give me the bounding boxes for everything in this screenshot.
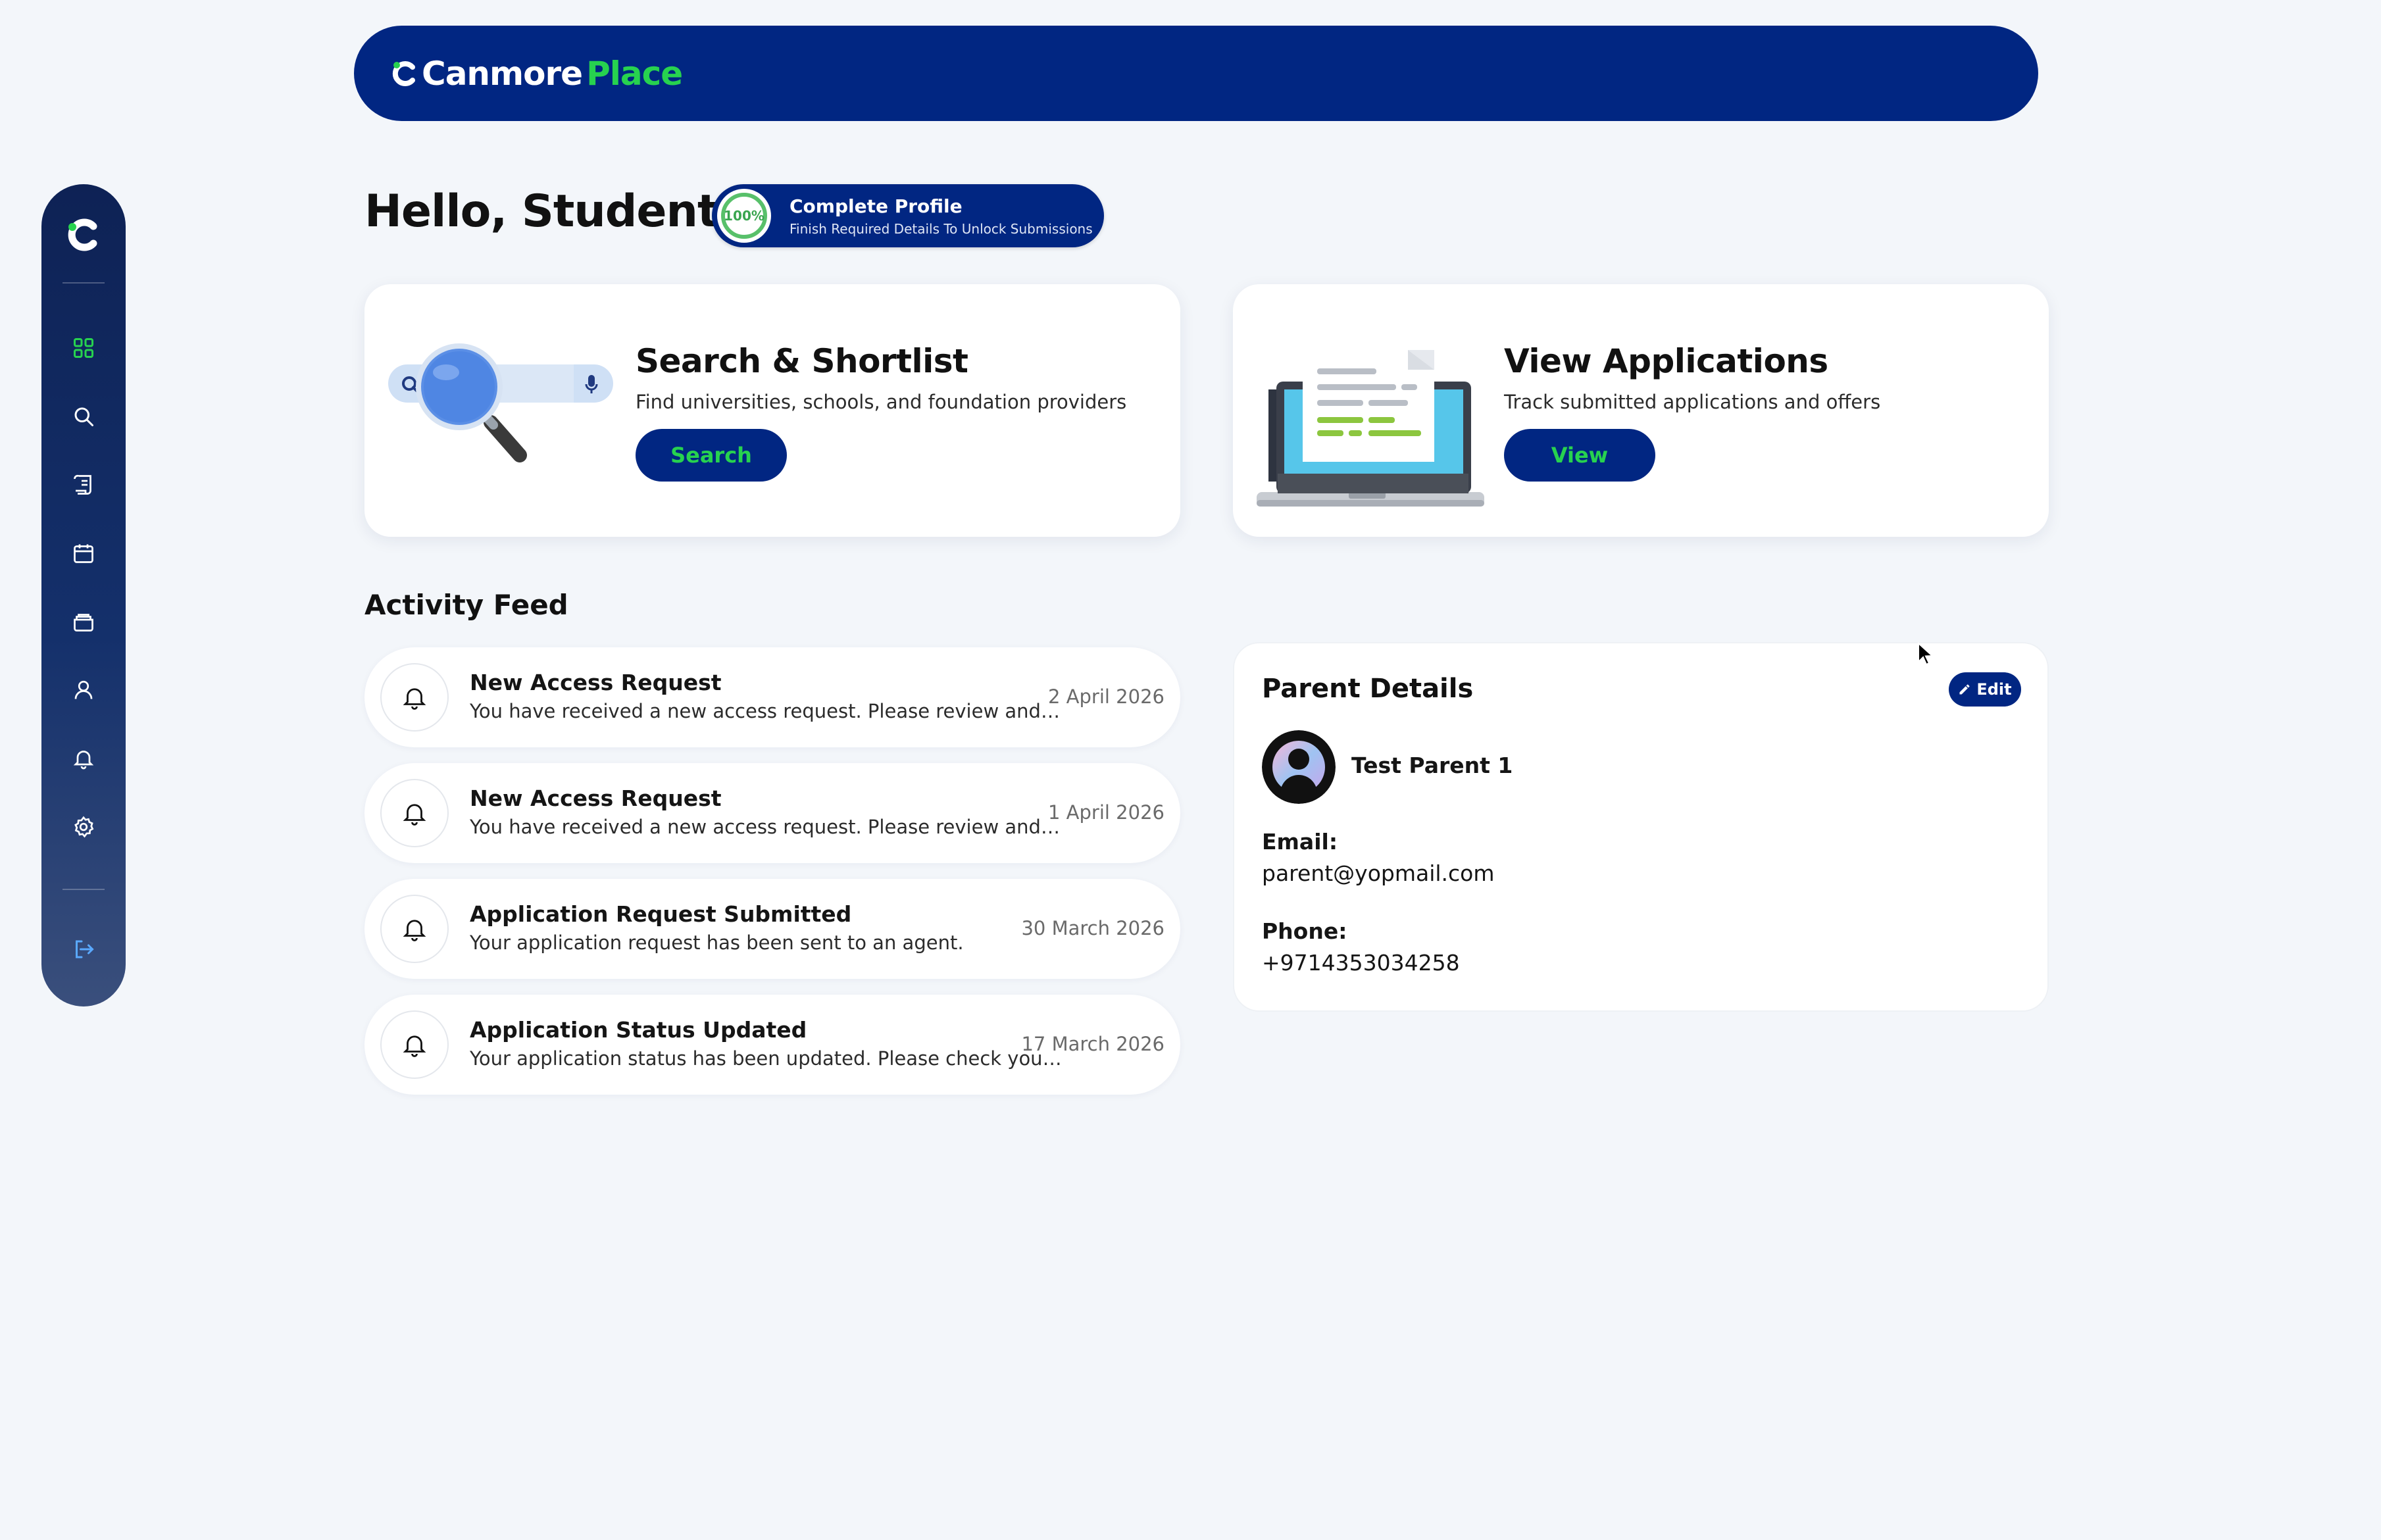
- sidebar: [41, 184, 126, 1006]
- view-applications-card: View Applications Track submitted applic…: [1233, 284, 2049, 537]
- parent-avatar[interactable]: [1262, 730, 1336, 804]
- parent-details-card: Parent Details Edit Test Parent 1 Email:…: [1233, 642, 2049, 1012]
- mouse-cursor-icon: [1918, 642, 1934, 666]
- calendar-icon: [74, 544, 93, 563]
- activity-message: Your application status has been updated…: [470, 1047, 1062, 1070]
- activity-date: 2 April 2026: [1048, 685, 1165, 708]
- sidebar-divider: [63, 282, 105, 284]
- email-label: Email:: [1262, 829, 1338, 855]
- activity-message: Your application request has been sent t…: [470, 931, 964, 954]
- sidebar-item-notifications[interactable]: [57, 732, 110, 785]
- brand-name-part1: Canmore: [422, 54, 583, 93]
- gear-icon: [74, 816, 94, 838]
- sidebar-item-profile[interactable]: [57, 664, 110, 716]
- bell-icon: [73, 751, 94, 770]
- sidebar-item-logout[interactable]: [57, 923, 110, 976]
- activity-item[interactable]: New Access Request You have received a n…: [364, 763, 1180, 863]
- search-illustration-icon: [388, 343, 613, 462]
- search-button[interactable]: Search: [636, 429, 787, 482]
- dashboard-grid-icon: [74, 338, 93, 358]
- sidebar-item-folder[interactable]: [57, 595, 110, 648]
- applications-card-description: Track submitted applications and offers: [1504, 391, 1881, 413]
- brand-name-part2: Place: [586, 54, 683, 93]
- bell-icon: [403, 804, 426, 826]
- activity-message: You have received a new access request. …: [470, 700, 1062, 722]
- folder-icon: [74, 614, 93, 632]
- edit-label: Edit: [1976, 680, 2012, 699]
- activity-feed-heading: Activity Feed: [364, 589, 568, 621]
- bell-icon: [403, 1035, 426, 1057]
- activity-item[interactable]: New Access Request You have received a n…: [364, 647, 1180, 747]
- phone-value: +9714353034258: [1262, 950, 1460, 976]
- profile-subtitle: Finish Required Details To Unlock Submis…: [789, 220, 1093, 237]
- activity-date: 17 March 2026: [1021, 1033, 1165, 1055]
- greeting-heading: Hello, Student1: [364, 186, 749, 237]
- sidebar-divider: [63, 889, 105, 890]
- bell-icon: [403, 688, 426, 710]
- laptop-document-illustration-icon: [1257, 350, 1484, 507]
- user-icon: [74, 680, 93, 699]
- scroll-document-icon: [74, 474, 91, 495]
- profile-progress-percent: 100%: [721, 193, 767, 239]
- profile-progress-ring: 100%: [717, 189, 771, 243]
- parent-name: Test Parent 1: [1351, 753, 1513, 778]
- logout-icon: [76, 940, 94, 958]
- search-card-description: Find universities, schools, and foundati…: [636, 391, 1127, 413]
- activity-bell: [380, 1010, 449, 1079]
- brand-c-mark-icon: [392, 61, 415, 86]
- activity-feed-list: New Access Request You have received a n…: [364, 647, 1180, 1110]
- activity-item[interactable]: Application Status Updated Your applicat…: [364, 995, 1180, 1095]
- sidebar-item-calendar[interactable]: [57, 527, 110, 580]
- view-button[interactable]: View: [1504, 429, 1655, 482]
- activity-title: New Access Request: [470, 785, 722, 811]
- top-brand-bar: Canmore Place: [354, 26, 2038, 121]
- profile-title: Complete Profile: [789, 195, 963, 217]
- complete-profile-button[interactable]: 100% Complete Profile Finish Required De…: [712, 184, 1104, 247]
- activity-bell: [380, 779, 449, 847]
- applications-card-title: View Applications: [1504, 342, 1828, 380]
- activity-message: You have received a new access request. …: [470, 816, 1062, 838]
- activity-bell: [380, 663, 449, 732]
- activity-title: New Access Request: [470, 670, 722, 695]
- activity-bell: [380, 895, 449, 963]
- sidebar-logo-icon[interactable]: [63, 214, 105, 256]
- parent-details-heading: Parent Details: [1262, 674, 1474, 704]
- activity-date: 1 April 2026: [1048, 801, 1165, 824]
- search-card-title: Search & Shortlist: [636, 342, 968, 380]
- activity-date: 30 March 2026: [1021, 917, 1165, 939]
- sidebar-item-applications[interactable]: [57, 459, 110, 511]
- activity-title: Application Request Submitted: [470, 901, 852, 927]
- email-value: parent@yopmail.com: [1262, 860, 1495, 886]
- bell-icon: [403, 920, 426, 941]
- brand-logo[interactable]: Canmore Place: [390, 54, 683, 93]
- edit-parent-button[interactable]: Edit: [1949, 672, 2021, 707]
- search-icon: [74, 407, 93, 426]
- pencil-icon: [1959, 684, 1970, 695]
- search-shortlist-card: Search & Shortlist Find universities, sc…: [364, 284, 1180, 537]
- activity-title: Application Status Updated: [470, 1017, 807, 1043]
- sidebar-item-dashboard[interactable]: [57, 322, 110, 374]
- phone-label: Phone:: [1262, 918, 1347, 944]
- activity-item[interactable]: Application Request Submitted Your appli…: [364, 879, 1180, 979]
- sidebar-item-search[interactable]: [57, 390, 110, 443]
- sidebar-item-settings[interactable]: [57, 801, 110, 853]
